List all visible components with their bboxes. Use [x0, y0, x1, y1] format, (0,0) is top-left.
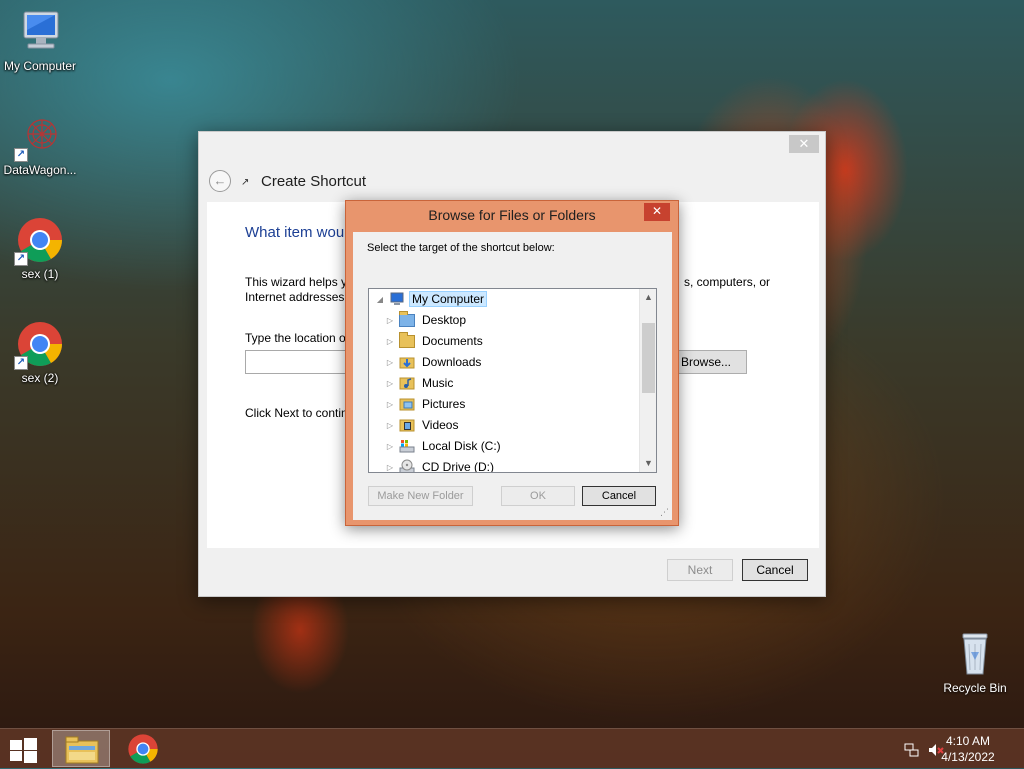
location-input[interactable]	[245, 350, 355, 374]
expand-arrow-icon[interactable]: ▷	[385, 316, 395, 325]
monitor-icon	[16, 8, 64, 56]
tree-item-downloads[interactable]: ▷ Downloads	[385, 352, 484, 372]
make-new-folder-button[interactable]: Make New Folder	[368, 486, 473, 506]
tree-item-label: CD Drive (D:)	[422, 460, 494, 473]
tree-item-documents[interactable]: ▷ Documents	[385, 331, 486, 351]
shortcut-arrow-icon: ↗	[14, 252, 28, 266]
browse-dialog: Browse for Files or Folders ✕ Select the…	[345, 200, 679, 526]
desktop-icon-label: DataWagon...	[3, 163, 77, 177]
chrome-icon: ↗	[14, 216, 64, 266]
cd-drive-icon	[399, 459, 415, 472]
expand-arrow-icon[interactable]: ▷	[385, 421, 395, 430]
file-explorer-icon	[65, 736, 99, 764]
browse-dialog-title: Browse for Files or Folders	[428, 207, 596, 223]
tree-item-label: Music	[422, 376, 454, 390]
resize-grip-icon[interactable]: ⋰	[660, 507, 669, 518]
tree-item-label: Local Disk (C:)	[422, 439, 501, 453]
taskbar-file-explorer[interactable]	[52, 730, 110, 767]
tree-item-pictures[interactable]: ▷ Pictures	[385, 394, 468, 414]
tree-item-label: Pictures	[422, 397, 466, 411]
scroll-thumb[interactable]	[642, 323, 655, 393]
desktop-icon-label: sex (1)	[21, 267, 59, 281]
next-button[interactable]: Next	[667, 559, 733, 581]
tree-item-label: My Computer	[409, 291, 488, 307]
network-icon[interactable]	[904, 742, 920, 758]
browse-button[interactable]: Browse...	[677, 350, 747, 374]
click-next-instruction: Click Next to contin	[245, 406, 348, 420]
browse-dialog-content: Select the target of the shortcut below:…	[353, 232, 672, 520]
wizard-header: ← ↗ Create Shortcut	[209, 170, 366, 192]
tree-scrollbar[interactable]: ▲ ▼	[639, 289, 656, 472]
tree-item-videos[interactable]: ▷ Videos	[385, 415, 461, 435]
tree-item-music[interactable]: ▷ Music	[385, 373, 456, 393]
shortcut-arrow-icon: ↗	[14, 356, 28, 370]
folder-icon	[399, 311, 415, 328]
desktop-icon-recycle-bin[interactable]: Recycle Bin	[935, 630, 1015, 695]
browse-close-button[interactable]: ✕	[644, 203, 670, 221]
documents-icon	[399, 332, 415, 349]
browse-prompt: Select the target of the shortcut below:	[367, 242, 555, 254]
computer-icon	[389, 291, 405, 307]
clock-time: 4:10 AM	[945, 734, 991, 748]
desktop-icon-label: sex (2)	[21, 371, 59, 385]
downloads-icon	[399, 354, 415, 370]
shortcut-icon: ↗	[241, 177, 250, 188]
browse-cancel-button[interactable]: Cancel	[582, 486, 656, 506]
wizard-close-button[interactable]: ✕	[789, 135, 819, 153]
expand-arrow-icon[interactable]: ▷	[385, 337, 395, 346]
clock-date: 4/13/2022	[941, 750, 995, 764]
pictures-icon	[399, 396, 415, 412]
expand-arrow-icon[interactable]: ▷	[385, 379, 395, 388]
desktop-icon-datawagon[interactable]: ↗ DataWagon...	[0, 112, 80, 177]
datawagon-icon: ↗	[14, 112, 64, 162]
windows-logo-icon	[10, 740, 22, 750]
expand-arrow-icon[interactable]: ▷	[385, 463, 395, 472]
drive-icon	[399, 438, 415, 454]
start-button[interactable]	[10, 738, 38, 763]
wizard-title: Create Shortcut	[261, 172, 367, 190]
location-label: Type the location o	[245, 331, 346, 345]
desktop-icon-sex-1[interactable]: ↗ sex (1)	[0, 216, 80, 281]
folder-tree[interactable]: ◢ My Computer ▷ Desktop ▷ Documents ▷ Do…	[368, 288, 657, 473]
tree-item-label: Desktop	[422, 313, 467, 327]
expand-arrow-icon[interactable]: ▷	[385, 358, 395, 367]
wizard-description-line2: Internet addresses.	[245, 290, 348, 304]
tree-item-label: Videos	[422, 418, 459, 432]
music-icon	[399, 375, 415, 391]
expand-arrow-icon[interactable]: ▷	[385, 442, 395, 451]
desktop-icon-sex-2[interactable]: ↗ sex (2)	[0, 320, 80, 385]
clock[interactable]: 4:10 AM 4/13/2022	[928, 733, 1008, 765]
ok-button[interactable]: OK	[501, 486, 575, 506]
scroll-down-icon[interactable]: ▼	[640, 455, 656, 472]
tree-item-local-disk[interactable]: ▷ Local Disk (C:)	[385, 436, 504, 456]
tree-item-my-computer[interactable]: ◢ My Computer	[375, 289, 488, 309]
expand-arrow-icon[interactable]: ▷	[385, 400, 395, 409]
tree-item-label: Downloads	[422, 355, 482, 369]
taskbar-chrome[interactable]	[114, 730, 172, 767]
back-button[interactable]: ←	[209, 170, 231, 192]
tree-item-cd-drive[interactable]: ▷ CD Drive (D:)	[385, 457, 497, 473]
wizard-cancel-button[interactable]: Cancel	[742, 559, 808, 581]
wizard-description-continued: s, computers, or	[684, 275, 771, 289]
scroll-up-icon[interactable]: ▲	[640, 289, 656, 306]
chrome-icon	[128, 734, 158, 764]
videos-icon	[399, 417, 415, 433]
recycle-bin-icon	[951, 630, 999, 678]
recycle-bin-label: Recycle Bin	[943, 681, 1007, 695]
chrome-icon: ↗	[14, 320, 64, 370]
desktop-icon-label: My Computer	[3, 59, 77, 73]
wizard-heading: What item wou	[245, 224, 345, 241]
taskbar: 4:10 AM 4/13/2022	[0, 728, 1024, 768]
collapse-arrow-icon[interactable]: ◢	[375, 295, 385, 304]
tree-item-label: Documents	[422, 334, 483, 348]
tree-item-desktop[interactable]: ▷ Desktop	[385, 310, 469, 330]
shortcut-arrow-icon: ↗	[14, 148, 28, 162]
desktop-icon-my-computer[interactable]: My Computer	[0, 8, 80, 73]
